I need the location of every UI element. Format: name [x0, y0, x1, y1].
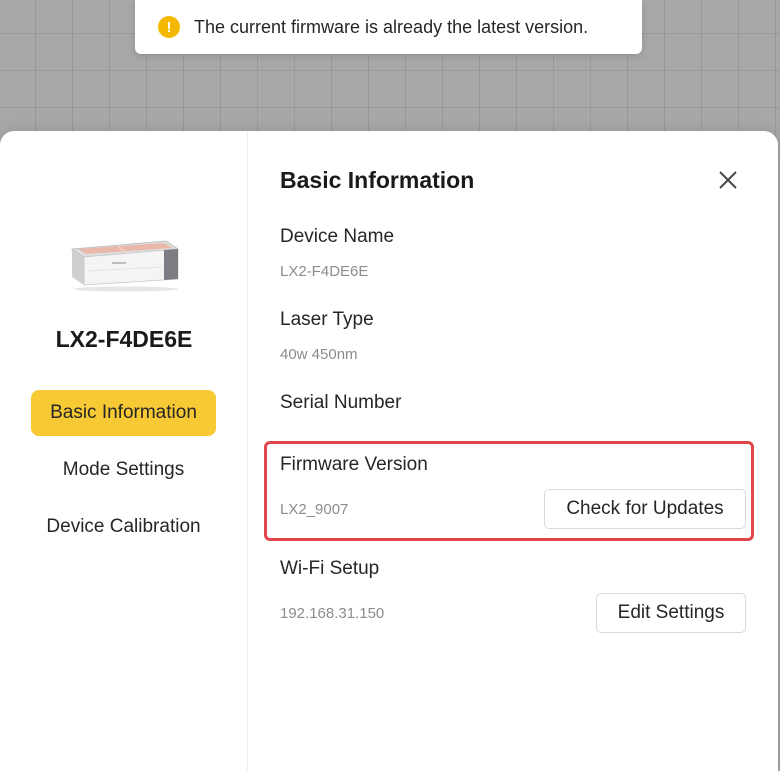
device-settings-dialog: LX2-F4DE6E Basic Information Mode Settin…: [0, 131, 778, 771]
main-content: Basic Information Device Name LX2-F4DE6E…: [264, 131, 778, 771]
section-title: Basic Information: [280, 167, 475, 193]
nav-item-device-calibration[interactable]: Device Calibration: [31, 504, 216, 550]
sidebar-device-name: LX2-F4DE6E: [55, 326, 193, 352]
laser-engraver-device-image: [70, 240, 180, 292]
check-for-updates-button[interactable]: Check for Updates: [544, 489, 746, 529]
device-name-label: Device Name: [280, 226, 395, 247]
device-name-value: LX2-F4DE6E: [280, 263, 369, 280]
serial-number-label: Serial Number: [280, 392, 402, 413]
nav-item-basic-information[interactable]: Basic Information: [31, 390, 216, 436]
wifi-setup-label: Wi-Fi Setup: [280, 558, 380, 579]
close-icon[interactable]: [717, 169, 739, 191]
nav-item-mode-settings[interactable]: Mode Settings: [31, 447, 216, 493]
firmware-version-label: Firmware Version: [280, 454, 428, 475]
warning-icon: !: [158, 16, 180, 38]
firmware-version-value: LX2_9007: [280, 501, 349, 518]
laser-type-value: 40w 450nm: [280, 346, 358, 363]
firmware-toast: ! The current firmware is already the la…: [135, 0, 642, 54]
wifi-ip-value: 192.168.31.150: [280, 605, 385, 622]
toast-message: The current firmware is already the late…: [194, 16, 589, 37]
sidebar: LX2-F4DE6E Basic Information Mode Settin…: [0, 131, 248, 771]
laser-type-label: Laser Type: [280, 309, 374, 330]
edit-settings-button[interactable]: Edit Settings: [596, 593, 746, 633]
